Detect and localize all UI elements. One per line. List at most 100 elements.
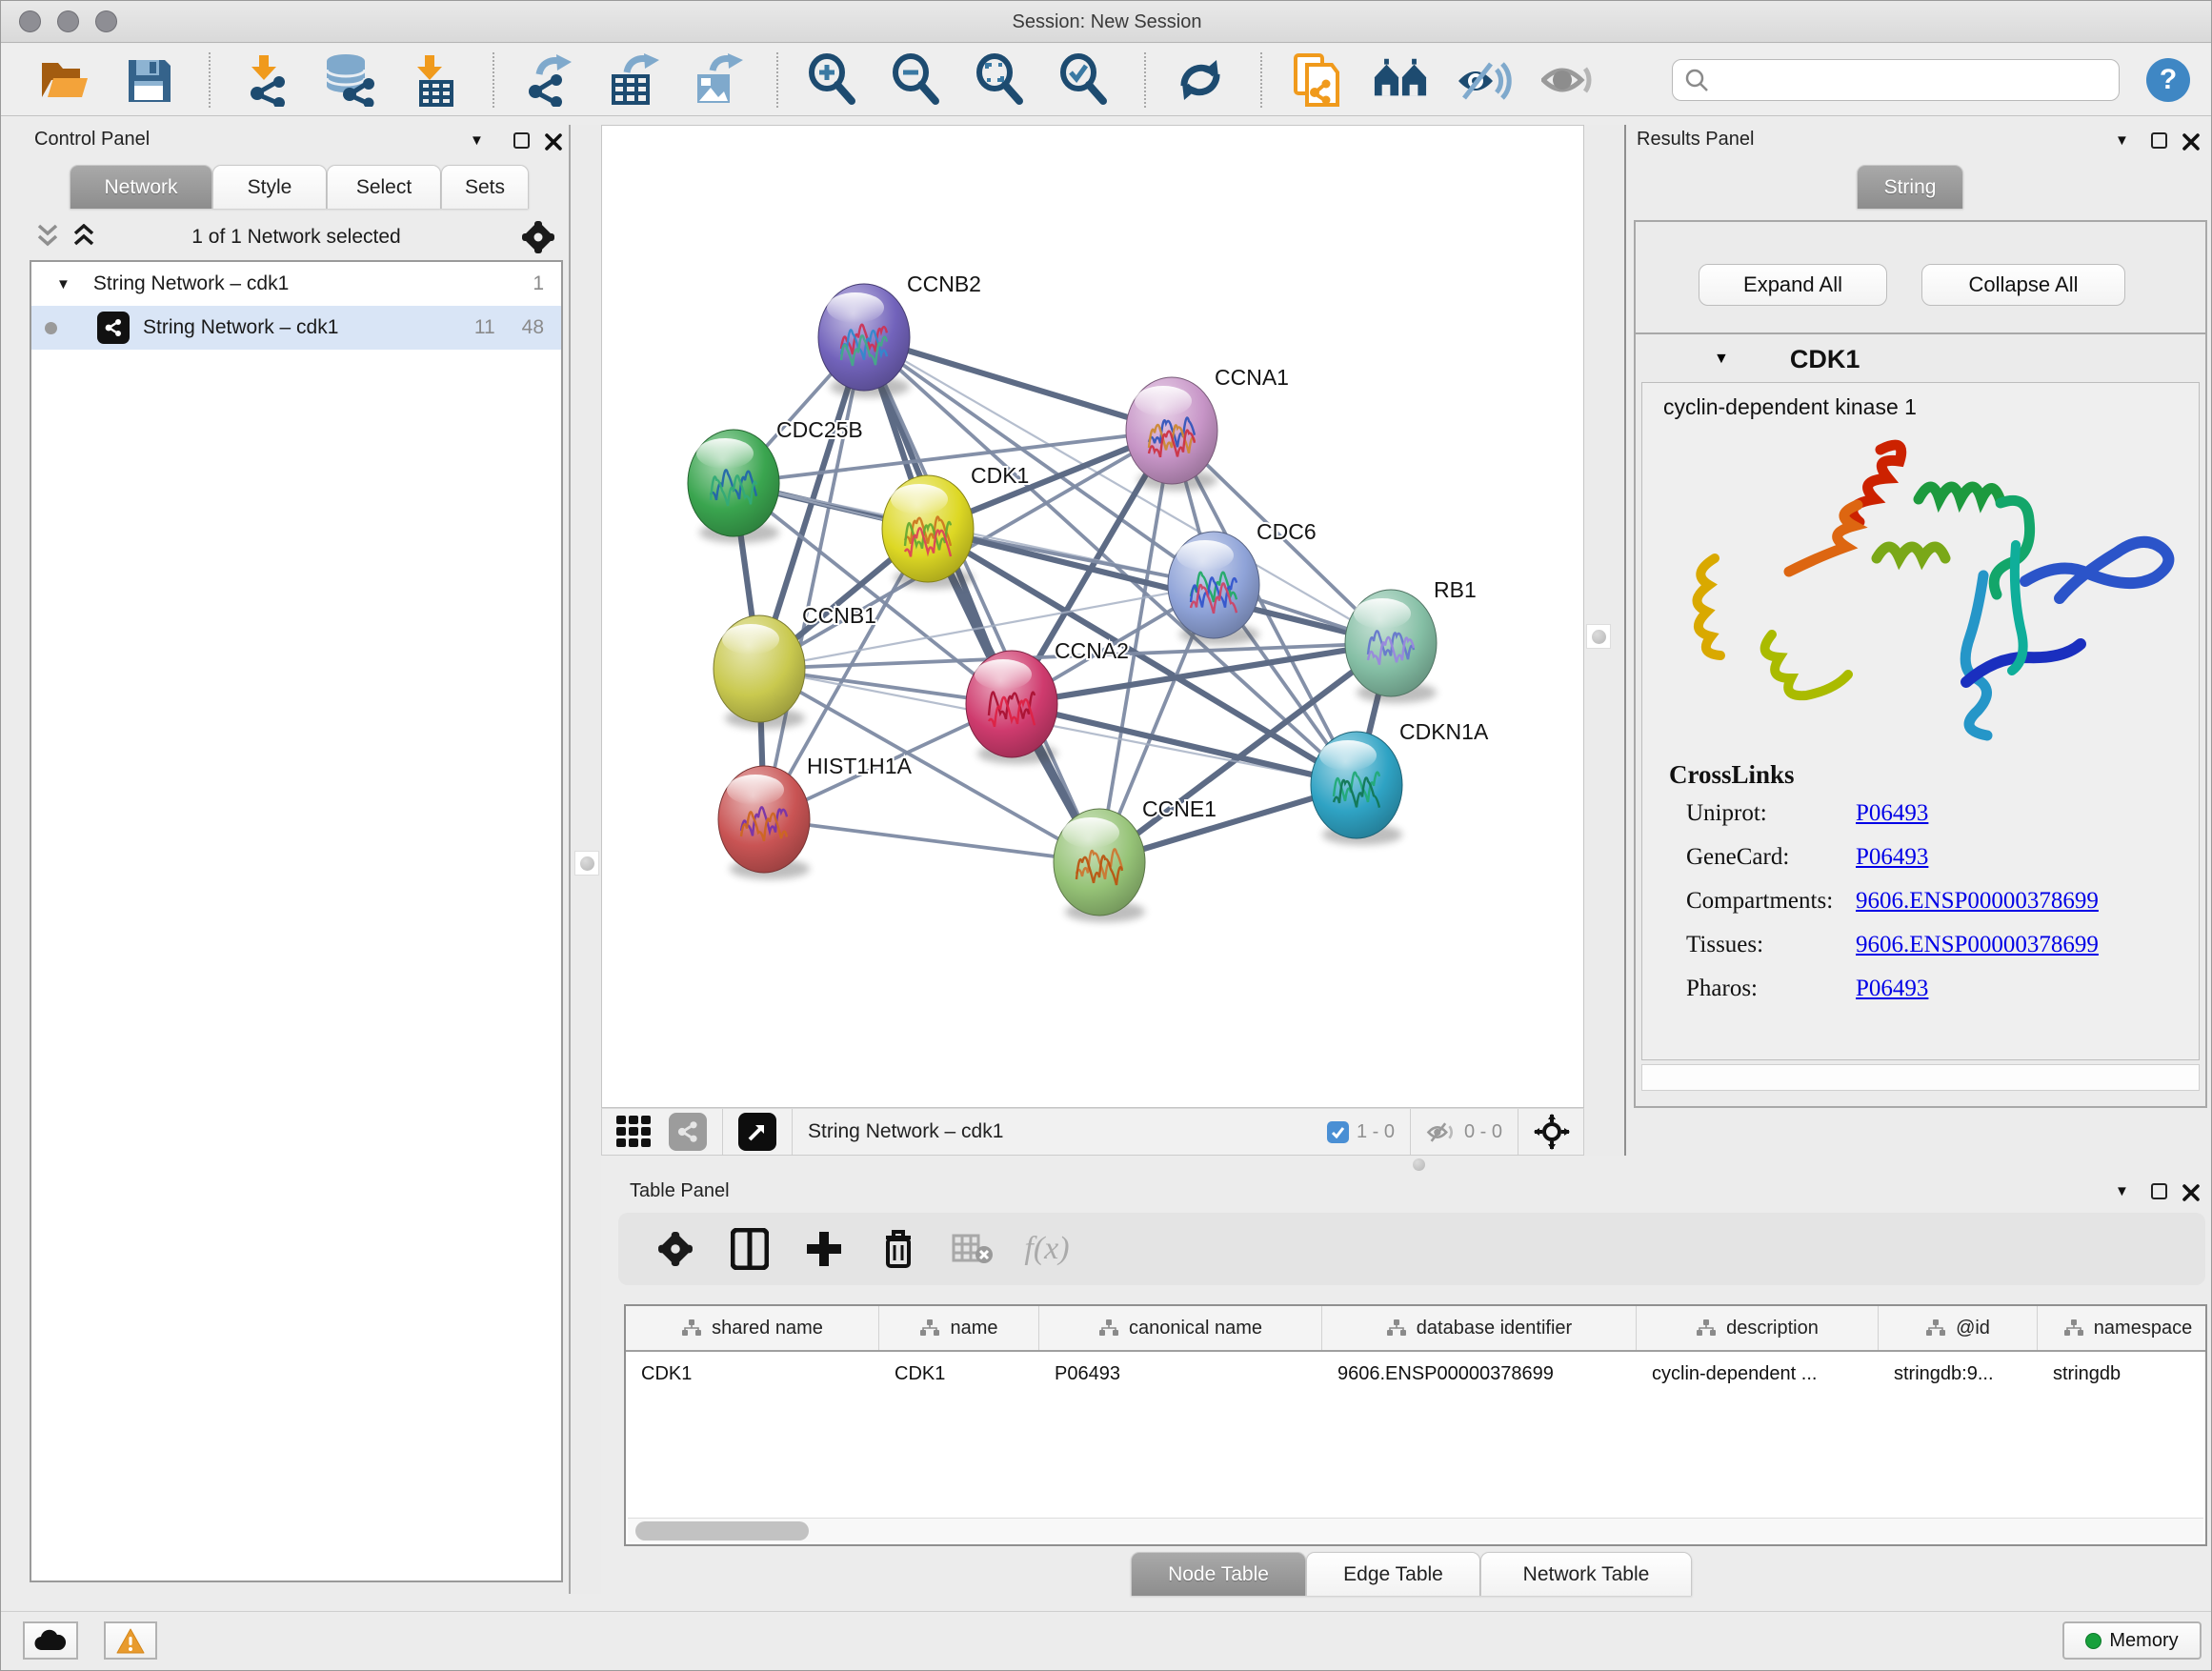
right-splitter-handle[interactable] bbox=[1586, 624, 1611, 649]
tab-style[interactable]: Style bbox=[212, 165, 327, 209]
column-header-description[interactable]: description bbox=[1637, 1306, 1879, 1350]
import-network-from-file-icon[interactable] bbox=[237, 52, 292, 108]
open-session-icon[interactable] bbox=[37, 52, 92, 108]
import-table-from-file-icon[interactable] bbox=[405, 52, 460, 108]
network-node-cdc6[interactable]: CDC6 bbox=[1168, 519, 1317, 645]
tab-edge-table[interactable]: Edge Table bbox=[1306, 1552, 1480, 1596]
tab-string[interactable]: String bbox=[1857, 165, 1963, 209]
network-node-hist1h1a[interactable]: HIST1H1A bbox=[718, 754, 913, 879]
search-icon bbox=[1684, 68, 1709, 92]
network-node-rb1[interactable]: RB1 bbox=[1345, 577, 1477, 703]
tab-network[interactable]: Network bbox=[70, 165, 212, 209]
network-collection-count: 1 bbox=[533, 272, 544, 295]
table-horizontal-scrollbar[interactable] bbox=[628, 1518, 2203, 1542]
export-image-icon[interactable] bbox=[689, 52, 744, 108]
column-header-shared-name[interactable]: shared name bbox=[626, 1306, 879, 1350]
network-row-selected[interactable]: String Network – cdk1 11 48 bbox=[31, 306, 561, 350]
results-panel-close-icon[interactable] bbox=[2182, 133, 2200, 151]
table-panel-menu-icon[interactable]: ▼ bbox=[2115, 1183, 2129, 1199]
crosslink-row-tissues: Tissues:9606.ENSP00000378699 bbox=[1686, 932, 2182, 976]
grid-view-icon[interactable] bbox=[615, 1115, 654, 1149]
network-graph[interactable]: CCNB2CCNA1CDC25BCDK1CDC6RB1CCNB1CCNA2CDK… bbox=[602, 126, 1583, 1107]
results-panel-float-icon[interactable] bbox=[2151, 132, 2167, 149]
table-options-gear-icon[interactable] bbox=[651, 1224, 700, 1274]
zoom-in-icon[interactable] bbox=[805, 52, 860, 108]
control-panel-float-icon[interactable] bbox=[513, 132, 530, 149]
export-network-icon[interactable] bbox=[521, 52, 576, 108]
show-columns-icon[interactable] bbox=[725, 1224, 774, 1274]
network-node-ccne1[interactable]: CCNE1 bbox=[1054, 796, 1217, 922]
crosslink-value-link[interactable]: P06493 bbox=[1856, 800, 1928, 827]
horizontal-splitter[interactable] bbox=[601, 1156, 2212, 1175]
delete-table-icon-disabled bbox=[948, 1224, 997, 1274]
tab-sets[interactable]: Sets bbox=[441, 165, 529, 209]
search-box[interactable] bbox=[1672, 59, 2120, 101]
network-canvas[interactable]: CCNB2CCNA1CDC25BCDK1CDC6RB1CCNB1CCNA2CDK… bbox=[601, 125, 1584, 1108]
create-column-icon[interactable] bbox=[799, 1224, 849, 1274]
control-panel-close-icon[interactable] bbox=[545, 133, 562, 151]
expand-all-button[interactable]: Expand All bbox=[1699, 264, 1887, 306]
tab-node-table[interactable]: Node Table bbox=[1131, 1552, 1306, 1596]
fit-content-crosshair-icon[interactable] bbox=[1534, 1114, 1570, 1150]
crosslink-value-link[interactable]: P06493 bbox=[1856, 976, 1928, 1002]
save-session-icon[interactable] bbox=[121, 52, 176, 108]
control-panel-menu-icon[interactable]: ▼ bbox=[470, 132, 484, 149]
show-all-icon[interactable] bbox=[1540, 52, 1596, 108]
network-options-gear-icon[interactable] bbox=[521, 220, 555, 254]
crosslink-value-link[interactable]: P06493 bbox=[1856, 844, 1928, 871]
left-splitter-handle[interactable] bbox=[574, 851, 599, 876]
node-label: CDK1 bbox=[971, 463, 1029, 488]
crosslink-value-link[interactable]: 9606.ENSP00000378699 bbox=[1856, 932, 2099, 958]
hide-selected-icon[interactable] bbox=[1457, 52, 1512, 108]
collapse-all-icon[interactable] bbox=[35, 224, 64, 249]
column-header-label: name bbox=[950, 1318, 997, 1339]
gene-section-header[interactable]: ▼ CDK1 bbox=[1636, 336, 2205, 382]
tab-network-table[interactable]: Network Table bbox=[1480, 1552, 1692, 1596]
export-table-icon[interactable] bbox=[605, 52, 660, 108]
table-row[interactable]: CDK1CDK1P064939606.ENSP00000378699cyclin… bbox=[626, 1352, 2205, 1396]
network-node-cdkn1a[interactable]: CDKN1A bbox=[1311, 719, 1489, 845]
tab-select[interactable]: Select bbox=[327, 165, 441, 209]
delete-column-icon[interactable] bbox=[874, 1224, 923, 1274]
function-builder-icon-disabled: f(x) bbox=[1022, 1224, 1072, 1274]
gene-section-expand-icon[interactable]: ▼ bbox=[1714, 351, 1729, 368]
cloud-button[interactable] bbox=[23, 1621, 78, 1660]
node-table[interactable]: shared name name canonical namedatabase id… bbox=[624, 1304, 2207, 1546]
table-scrollbar-thumb[interactable] bbox=[635, 1521, 809, 1540]
table-cell: CDK1 bbox=[626, 1363, 879, 1385]
selected-nodes-checkbox[interactable] bbox=[1327, 1121, 1349, 1143]
network-node-ccnb2[interactable]: CCNB2 bbox=[818, 272, 981, 397]
help-button[interactable]: ? bbox=[2146, 58, 2190, 102]
column-header-label: description bbox=[1726, 1318, 1819, 1339]
detach-view-icon[interactable] bbox=[738, 1113, 776, 1151]
column-header-database-identifier[interactable]: database identifier bbox=[1322, 1306, 1637, 1350]
apply-preferred-layout-icon[interactable] bbox=[1173, 52, 1228, 108]
collapse-all-button[interactable]: Collapse All bbox=[1921, 264, 2125, 306]
column-header-canonical-name[interactable]: canonical name bbox=[1039, 1306, 1322, 1350]
column-header-namespace[interactable]: namespace bbox=[2038, 1306, 2207, 1350]
expand-all-tree-icon[interactable] bbox=[71, 224, 100, 249]
new-network-from-selection-icon[interactable] bbox=[1289, 52, 1344, 108]
results-panel-menu-icon[interactable]: ▼ bbox=[2115, 132, 2129, 149]
zoom-out-icon[interactable] bbox=[889, 52, 944, 108]
column-header-name[interactable]: name bbox=[879, 1306, 1039, 1350]
horizontal-splitter-handle[interactable] bbox=[1413, 1158, 1425, 1171]
string-results-buttons: Expand All Collapse All bbox=[1636, 222, 2205, 334]
right-splitter[interactable] bbox=[1584, 125, 1626, 1171]
column-header--id[interactable]: @id bbox=[1879, 1306, 2038, 1350]
memory-button[interactable]: Memory bbox=[2062, 1621, 2202, 1660]
tree-expand-icon[interactable]: ▼ bbox=[56, 276, 70, 292]
table-panel-float-icon[interactable] bbox=[2151, 1183, 2167, 1199]
import-network-from-database-icon[interactable] bbox=[321, 52, 376, 108]
zoom-fit-icon[interactable] bbox=[973, 52, 1028, 108]
first-neighbors-icon[interactable] bbox=[1373, 52, 1428, 108]
search-input[interactable] bbox=[1719, 68, 2107, 91]
warnings-button[interactable] bbox=[104, 1621, 157, 1660]
table-panel-close-icon[interactable] bbox=[2182, 1184, 2200, 1201]
crosslink-row-pharos: Pharos:P06493 bbox=[1686, 976, 2182, 1019]
network-collection-row[interactable]: ▼ String Network – cdk1 1 bbox=[31, 262, 561, 306]
left-splitter[interactable] bbox=[569, 125, 601, 1594]
network-node-ccna1[interactable]: CCNA1 bbox=[1126, 365, 1289, 491]
zoom-selected-icon[interactable] bbox=[1056, 52, 1112, 108]
crosslink-value-link[interactable]: 9606.ENSP00000378699 bbox=[1856, 888, 2099, 915]
